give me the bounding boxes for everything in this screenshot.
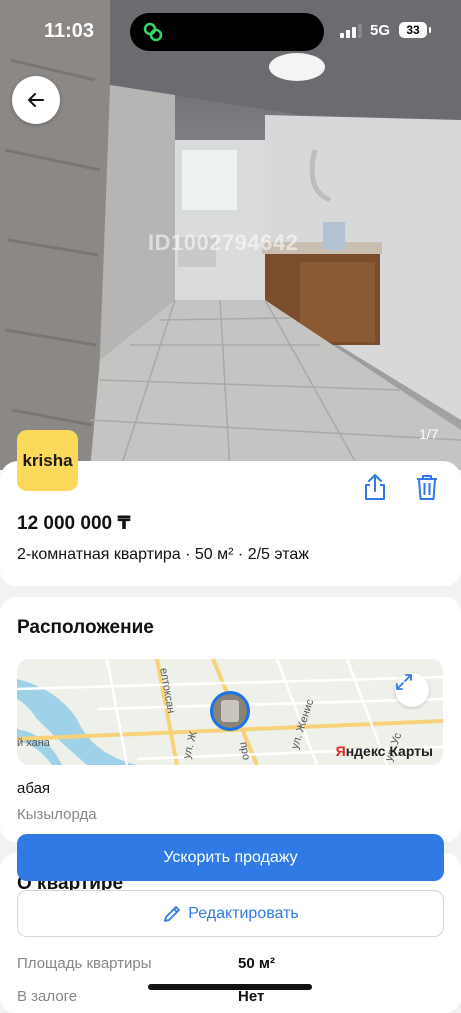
photo-watermark: ID1002794642 xyxy=(148,230,299,255)
listing-photo[interactable]: 11:03 5G 33 ID1002794642 1/7 xyxy=(0,0,461,470)
map-brand-first-letter: Я xyxy=(335,743,346,759)
listing-price: 12 000 000 ₸ xyxy=(17,513,131,534)
about-row-label: В залоге xyxy=(17,988,78,1005)
signal-icon xyxy=(340,24,362,38)
battery-icon: 33 xyxy=(399,22,431,38)
network-type: 5G xyxy=(370,22,391,39)
photo-counter: 1/7 xyxy=(419,426,439,442)
back-button[interactable] xyxy=(12,76,60,124)
listing-subtitle: 2-комнатная квартира · 50 м² · 2/5 этаж xyxy=(17,546,309,563)
map-brand: Яндекс Карты xyxy=(336,743,433,759)
status-bar: 11:03 5G 33 xyxy=(0,0,461,62)
share-icon[interactable] xyxy=(362,473,388,501)
krisha-logo: krisha xyxy=(17,430,78,491)
about-row-label: Площадь квартиры xyxy=(17,955,152,972)
status-time: 11:03 xyxy=(44,20,95,42)
pencil-icon xyxy=(164,905,181,922)
link-icon xyxy=(143,22,163,42)
location-city: Кызылорда xyxy=(17,806,97,823)
map-expand-button[interactable] xyxy=(395,673,429,707)
boost-sale-button[interactable]: Ускорить продажу xyxy=(17,834,444,881)
location-street: абая xyxy=(17,780,51,797)
edit-button[interactable]: Редактировать xyxy=(17,890,444,937)
location-title: Расположение xyxy=(17,617,154,638)
map-pin[interactable] xyxy=(210,691,250,731)
about-row-value: 50 м² xyxy=(238,955,275,972)
about-row-value: Нет xyxy=(238,988,265,1005)
location-map[interactable]: елтоксан ул. Женис й хана ул. Ж про ул. … xyxy=(17,659,443,765)
map-brand-rest: ндекс Карты xyxy=(345,743,433,759)
edit-button-label: Редактировать xyxy=(188,904,299,922)
expand-icon xyxy=(396,674,412,690)
dynamic-island xyxy=(130,13,324,51)
trash-icon[interactable] xyxy=(414,473,440,501)
arrow-left-icon xyxy=(28,93,44,107)
map-street-label: й хана xyxy=(17,737,50,749)
home-indicator xyxy=(148,984,312,990)
